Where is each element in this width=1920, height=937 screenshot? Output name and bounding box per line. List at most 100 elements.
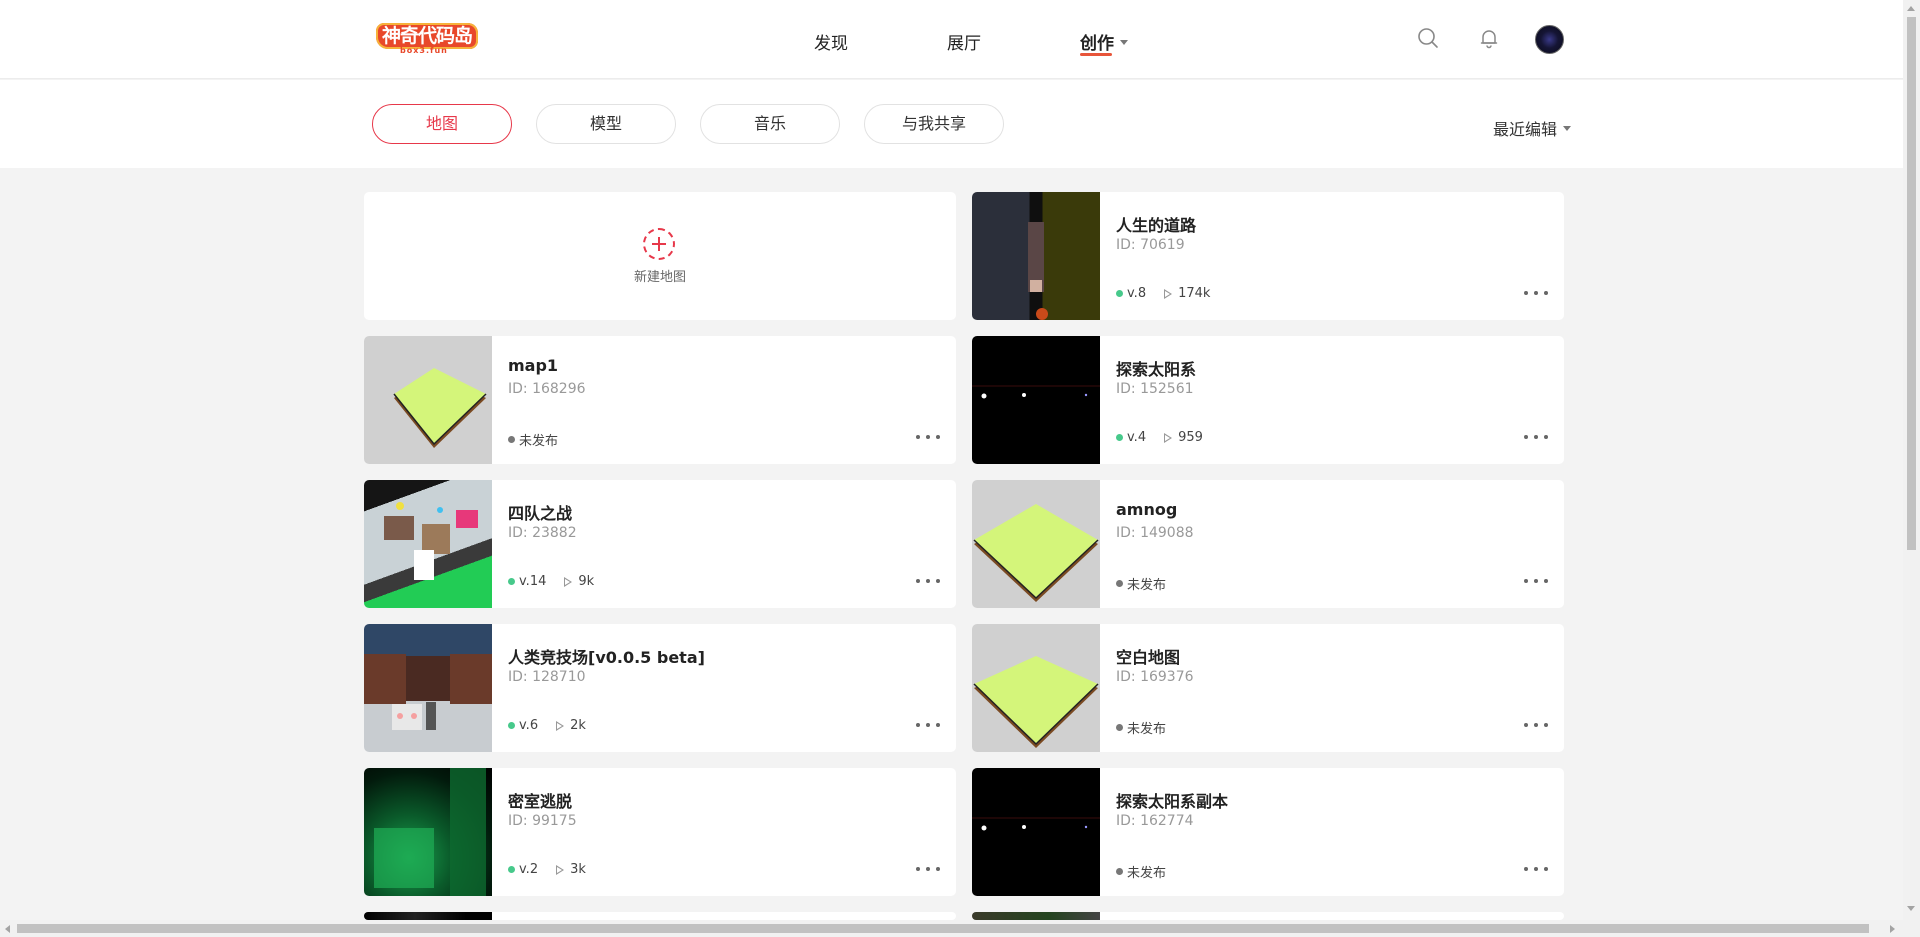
map-card[interactable]: 密室逃脱 ID: 99175 v.2 3k: [364, 768, 956, 896]
map-id: ID: 168296: [508, 381, 586, 397]
map-card[interactable]: amnog ID: 149088 未发布: [972, 480, 1564, 608]
map-thumbnail: [364, 480, 492, 608]
map-thumbnail: [364, 624, 492, 752]
new-map-button[interactable]: 新建地图: [364, 192, 956, 320]
tab-maps[interactable]: 地图: [372, 104, 512, 144]
tab-shared-with-me[interactable]: 与我共享: [864, 104, 1004, 144]
map-id: ID: 128710: [508, 669, 586, 685]
scroll-right-icon[interactable]: [1890, 925, 1895, 933]
map-meta: v.4 959: [1116, 430, 1203, 445]
map-id: ID: 169376: [1116, 669, 1194, 685]
play-icon: [556, 864, 565, 875]
more-options-icon[interactable]: [916, 432, 940, 442]
site-logo[interactable]: 神奇代码岛 box3.fun: [376, 23, 479, 57]
nav-create-label: 创作: [1080, 34, 1114, 54]
more-options-icon[interactable]: [916, 720, 940, 730]
user-avatar[interactable]: [1535, 25, 1564, 54]
play-icon: [556, 720, 565, 731]
map-card[interactable]: 四队之战 ID: 23882 v.14 9k: [364, 480, 956, 608]
play-count: 174k: [1178, 286, 1211, 301]
map-status: 未发布: [1127, 722, 1167, 737]
map-thumbnail: [972, 336, 1100, 464]
map-thumbnail: [972, 912, 1100, 920]
map-card[interactable]: map1 ID: 168296 未发布: [364, 336, 956, 464]
horizontal-scrollbar[interactable]: [0, 920, 1903, 937]
top-header: 神奇代码岛 box3.fun 发现 展厅 创作: [0, 0, 1903, 79]
map-id: ID: 152561: [1116, 381, 1194, 397]
map-version: v.6: [519, 718, 539, 733]
map-id: ID: 70619: [1116, 237, 1185, 253]
play-count: 959: [1178, 430, 1203, 445]
map-version: v.8: [1127, 286, 1147, 301]
more-options-icon[interactable]: [1524, 432, 1548, 442]
play-count: 3k: [570, 862, 586, 877]
play-icon: [1164, 288, 1173, 299]
map-thumbnail: [972, 624, 1100, 752]
chevron-down-icon: [1563, 126, 1572, 131]
map-card[interactable]: 空白地图 ID: 169376 未发布: [972, 624, 1564, 752]
map-title: 探索太阳系副本: [1116, 792, 1229, 811]
status-dot: [1116, 868, 1123, 875]
map-title: amnog: [1116, 500, 1178, 519]
map-id: ID: 99175: [508, 813, 577, 829]
tab-music[interactable]: 音乐: [700, 104, 840, 144]
map-card[interactable]: 人类竞技场[v0.0.5 beta] ID: 128710 v.6 2k: [364, 624, 956, 752]
map-card-partial[interactable]: [364, 912, 956, 920]
status-dot: [1116, 724, 1123, 731]
logo-subtext: box3.fun: [400, 46, 448, 55]
more-options-icon[interactable]: [1524, 576, 1548, 586]
map-card[interactable]: 探索太阳系 ID: 152561 v.4 959: [972, 336, 1564, 464]
map-thumbnail: [972, 480, 1100, 608]
map-meta: 未发布: [1116, 718, 1166, 737]
map-thumbnail: [364, 336, 492, 464]
map-title: map1: [508, 356, 559, 375]
bell-icon[interactable]: [1478, 27, 1500, 49]
vertical-scrollbar[interactable]: [1903, 0, 1920, 937]
more-options-icon[interactable]: [1524, 288, 1548, 298]
map-thumbnail: [972, 192, 1100, 320]
nav-create[interactable]: 创作: [1080, 29, 1128, 54]
nav-active-indicator: [1080, 53, 1112, 56]
map-meta: 未发布: [1116, 574, 1166, 593]
add-icon: [643, 228, 675, 260]
map-meta: v.14 9k: [508, 574, 594, 589]
play-count: 2k: [570, 718, 586, 733]
map-meta: v.2 3k: [508, 862, 586, 877]
map-meta: 未发布: [1116, 862, 1166, 881]
status-dot: [508, 578, 515, 585]
nav-gallery[interactable]: 展厅: [947, 29, 981, 54]
map-thumbnail: [364, 912, 492, 920]
map-version: v.14: [519, 574, 547, 589]
play-count: 9k: [578, 574, 595, 589]
status-dot: [508, 866, 515, 873]
map-version: v.2: [519, 862, 539, 877]
more-options-icon[interactable]: [1524, 720, 1548, 730]
tab-models[interactable]: 模型: [536, 104, 676, 144]
status-dot: [1116, 290, 1123, 297]
scroll-left-icon[interactable]: [5, 925, 10, 933]
map-id: ID: 149088: [1116, 525, 1194, 541]
map-id: ID: 162774: [1116, 813, 1194, 829]
horizontal-scroll-thumb[interactable]: [17, 924, 1869, 933]
map-card-partial[interactable]: [972, 912, 1564, 920]
chevron-down-icon: [1120, 39, 1128, 45]
map-meta: v.8 174k: [1116, 286, 1210, 301]
map-status: 未发布: [519, 434, 559, 449]
play-icon: [1164, 432, 1173, 443]
map-thumbnail: [972, 768, 1100, 896]
scroll-down-icon[interactable]: [1907, 906, 1915, 911]
nav-discover[interactable]: 发现: [814, 29, 848, 54]
new-map-label: 新建地图: [633, 270, 686, 285]
scroll-up-icon[interactable]: [1907, 6, 1915, 11]
more-options-icon[interactable]: [1524, 864, 1548, 874]
more-options-icon[interactable]: [916, 576, 940, 586]
search-icon[interactable]: [1417, 27, 1439, 49]
more-options-icon[interactable]: [916, 864, 940, 874]
map-card[interactable]: 探索太阳系副本 ID: 162774 未发布: [972, 768, 1564, 896]
map-meta: v.6 2k: [508, 718, 586, 733]
map-thumbnail: [364, 768, 492, 896]
status-dot: [508, 722, 515, 729]
map-card[interactable]: 人生的道路 ID: 70619 v.8 174k: [972, 192, 1564, 320]
vertical-scroll-thumb[interactable]: [1907, 17, 1916, 550]
sort-dropdown[interactable]: 最近编辑: [1493, 116, 1572, 140]
